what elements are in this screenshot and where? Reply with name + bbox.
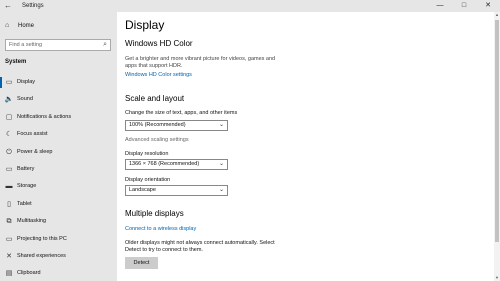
sidebar-item-label: Sound <box>17 96 33 103</box>
projector-icon: ▭ <box>5 235 13 243</box>
resolution-value: 1366 × 768 (Recommended) <box>129 161 200 167</box>
storage-icon: ▬ <box>5 183 13 191</box>
back-arrow-icon[interactable]: ← <box>2 0 14 12</box>
speaker-icon: 🔈 <box>4 96 14 104</box>
search-input[interactable]: Find a setting ⌕ <box>5 39 111 51</box>
scale-dropdown[interactable]: 100% (Recommended) ⌄ <box>125 120 228 131</box>
sidebar-item-focus-assist[interactable]: ☾ Focus assist <box>0 126 117 143</box>
home-label: Home <box>18 23 35 29</box>
maximize-icon[interactable]: □ <box>456 0 472 12</box>
clipboard-icon: ▤ <box>5 270 13 278</box>
sidebar-item-label: Focus assist <box>17 131 48 138</box>
resolution-label: Display resolution <box>125 151 169 157</box>
orientation-value: Landscape <box>129 187 156 193</box>
minimize-icon[interactable]: — <box>432 0 448 12</box>
hdr-description: Get a brighter and more vibrant picture … <box>125 56 276 69</box>
chevron-down-icon: ⌄ <box>218 161 224 167</box>
main-content: Display Windows HD Color Get a brighter … <box>117 12 493 281</box>
sidebar-item-label: Tablet <box>17 200 32 207</box>
sidebar-item-label: Display <box>17 79 36 85</box>
window-title: Settings <box>22 3 44 9</box>
scrollbar[interactable]: ▲ ▼ <box>494 12 500 281</box>
hdr-heading: Windows HD Color <box>125 39 193 48</box>
resolution-dropdown[interactable]: 1366 × 768 (Recommended) ⌄ <box>125 159 228 170</box>
search-icon: ⌕ <box>103 41 107 48</box>
sidebar-item-tablet[interactable]: ▯ Tablet <box>0 196 117 213</box>
page-title: Display <box>125 18 165 32</box>
scroll-down-icon[interactable]: ▼ <box>494 275 500 281</box>
sidebar-item-label: Shared experiences <box>17 252 66 259</box>
sidebar-item-label: Clipboard <box>17 270 41 277</box>
scroll-thumb[interactable] <box>495 20 499 242</box>
sidebar-item-label: Battery <box>17 165 35 172</box>
search-placeholder: Find a setting <box>9 42 43 48</box>
active-indicator <box>0 77 2 88</box>
title-bar: ← Settings — □ ✕ <box>0 0 500 12</box>
notification-icon: ▢ <box>5 113 13 121</box>
sidebar-item-notifications[interactable]: ▢ Notifications & actions <box>0 109 117 126</box>
sidebar-item-storage[interactable]: ▬ Storage <box>0 178 117 195</box>
sidebar-item-display[interactable]: ▭ Display <box>0 74 117 91</box>
moon-icon: ☾ <box>5 131 13 139</box>
sidebar-item-label: Storage <box>17 183 37 190</box>
battery-icon: ▭ <box>5 165 13 173</box>
size-label: Change the size of text, apps, and other… <box>125 110 238 116</box>
sidebar-item-clipboard[interactable]: ▤ Clipboard <box>0 265 117 281</box>
scale-value: 100% (Recommended) <box>129 122 186 128</box>
multiple-displays-heading: Multiple displays <box>125 209 184 218</box>
orientation-dropdown[interactable]: Landscape ⌄ <box>125 185 228 196</box>
chevron-down-icon: ⌄ <box>218 187 224 193</box>
detect-button[interactable]: Detect <box>125 257 158 269</box>
sidebar-item-projecting[interactable]: ▭ Projecting to this PC <box>0 231 117 248</box>
wireless-display-link[interactable]: Connect to a wireless display <box>125 226 196 233</box>
scale-heading: Scale and layout <box>125 94 185 103</box>
sidebar: ⌂ Home Find a setting ⌕ System ▭ Display… <box>0 12 117 281</box>
sidebar-item-sound[interactable]: 🔈 Sound <box>0 91 117 108</box>
sidebar-item-label: Power & sleep <box>17 148 53 155</box>
hdr-settings-link[interactable]: Windows HD Color settings <box>125 72 192 79</box>
chevron-down-icon: ⌄ <box>218 122 224 128</box>
close-icon[interactable]: ✕ <box>480 0 496 12</box>
advanced-scaling-link[interactable]: Advanced scaling settings <box>125 137 189 144</box>
orientation-label: Display orientation <box>125 177 171 183</box>
multitasking-icon: ⧉ <box>6 218 12 226</box>
monitor-icon: ▭ <box>5 79 13 86</box>
tablet-icon: ▯ <box>7 200 11 208</box>
home-nav-item[interactable]: ⌂ Home <box>0 19 117 33</box>
scroll-up-icon[interactable]: ▲ <box>494 12 500 18</box>
sidebar-item-label: Notifications & actions <box>17 113 72 120</box>
sidebar-item-power-sleep[interactable]: ⏻ Power & sleep <box>0 144 117 161</box>
sidebar-item-multitasking[interactable]: ⧉ Multitasking <box>0 213 117 230</box>
detect-description: Older displays might not always connect … <box>125 240 275 253</box>
shared-experiences-icon: ✕ <box>6 252 12 260</box>
sidebar-item-label: Projecting to this PC <box>17 235 67 242</box>
sidebar-section-title: System <box>5 59 27 65</box>
sidebar-item-battery[interactable]: ▭ Battery <box>0 161 117 178</box>
power-icon: ⏻ <box>6 148 12 156</box>
sidebar-item-label: Multitasking <box>17 218 47 225</box>
home-icon: ⌂ <box>5 22 10 29</box>
sidebar-item-shared-experiences[interactable]: ✕ Shared experiences <box>0 248 117 265</box>
sidebar-nav: ▭ Display 🔈 Sound ▢ Notifications & acti… <box>0 74 117 281</box>
